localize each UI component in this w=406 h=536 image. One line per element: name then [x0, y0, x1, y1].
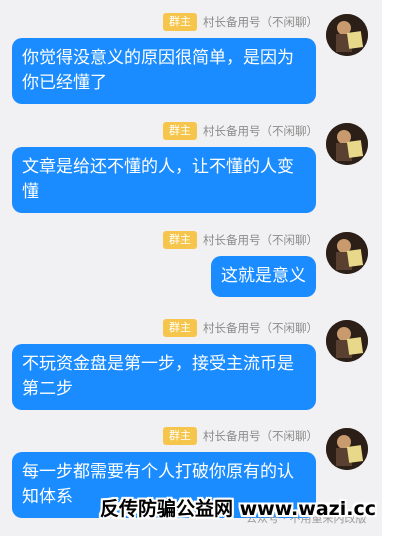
- sender-name: 村长备用号（不闲聊）: [203, 321, 318, 335]
- message-bubble[interactable]: 不玩资金盘是第一步，接受主流币是第二步: [12, 344, 316, 410]
- watermark-text: 反传防骗公益网 www.wazi.cc: [100, 498, 376, 520]
- avatar-image-icon: [326, 320, 368, 362]
- avatar-image-icon: [326, 232, 368, 274]
- message-meta: 群主 村长备用号（不闲聊）: [163, 426, 318, 446]
- avatar-image-icon: [326, 14, 368, 56]
- group-owner-badge: 群主: [163, 319, 197, 337]
- message-meta: 群主 村长备用号（不闲聊）: [163, 121, 318, 141]
- sender-name: 村长备用号（不闲聊）: [203, 15, 318, 29]
- avatar[interactable]: [326, 428, 368, 470]
- message-bubble[interactable]: 你觉得没意义的原因很简单，是因为你已经懂了: [12, 38, 316, 104]
- message-bubble[interactable]: 这就是意义: [211, 256, 316, 297]
- message-meta: 群主 村长备用号（不闲聊）: [163, 230, 318, 250]
- avatar-image-icon: [326, 428, 368, 470]
- sender-name: 村长备用号（不闲聊）: [203, 233, 318, 247]
- sender-name: 村长备用号（不闲聊）: [203, 429, 318, 443]
- group-owner-badge: 群主: [163, 13, 197, 31]
- message-bubble[interactable]: 文章是给还不懂的人，让不懂的人变懂: [12, 147, 316, 213]
- group-owner-badge: 群主: [163, 122, 197, 140]
- avatar[interactable]: [326, 123, 368, 165]
- avatar[interactable]: [326, 232, 368, 274]
- group-owner-badge: 群主: [163, 231, 197, 249]
- avatar[interactable]: [326, 14, 368, 56]
- avatar[interactable]: [326, 320, 368, 362]
- right-edge-strip: [382, 0, 406, 536]
- message-meta: 群主 村长备用号（不闲聊）: [163, 318, 318, 338]
- group-owner-badge: 群主: [163, 427, 197, 445]
- message-meta: 群主 村长备用号（不闲聊）: [163, 12, 318, 32]
- avatar-image-icon: [326, 123, 368, 165]
- sender-name: 村长备用号（不闲聊）: [203, 124, 318, 138]
